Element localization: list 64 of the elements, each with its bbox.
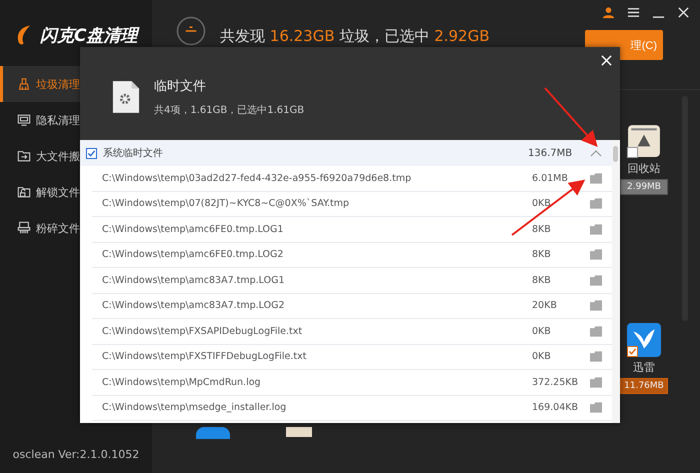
folder-icon[interactable] bbox=[590, 351, 602, 362]
size-badge: 11.76MB bbox=[620, 378, 668, 394]
annotation-arrow bbox=[544, 87, 598, 147]
dialog-subtitle: 共4项，1.61GB，已选中1.61GB bbox=[154, 104, 304, 117]
checkbox[interactable] bbox=[86, 148, 97, 158]
sidebar-item[interactable]: 大文件搬 bbox=[0, 138, 80, 174]
folder-icon[interactable] bbox=[590, 172, 602, 184]
file-size: 8KB bbox=[532, 249, 552, 260]
scan-summary: 共发现 16.23GB 垃圾，已选中 2.92GB bbox=[220, 28, 490, 45]
size-badge: 2.99MB bbox=[620, 179, 668, 195]
file-size: 20KB bbox=[532, 300, 558, 312]
file-size: 0KB bbox=[532, 326, 552, 337]
menu-icon[interactable] bbox=[627, 6, 640, 19]
scrollbar-thumb[interactable] bbox=[613, 146, 618, 162]
file-size: 8KB bbox=[532, 274, 552, 286]
shred-icon bbox=[17, 221, 31, 235]
file-path: C:\Windows\temp\MpCmdRun.log bbox=[102, 376, 262, 388]
file-settings-icon bbox=[112, 80, 140, 114]
broom-icon bbox=[17, 77, 31, 91]
file-path: C:\Windows\temp\amc6FE0.tmp.LOG1 bbox=[102, 224, 284, 235]
file-path: C:\Windows\temp\amc6FE0.tmp.LOG2 bbox=[102, 249, 284, 260]
move-icon bbox=[17, 149, 31, 163]
file-size: 0KB bbox=[532, 351, 552, 362]
folder-icon[interactable] bbox=[590, 402, 602, 414]
sidebar-item[interactable]: 解锁文件 bbox=[0, 174, 80, 210]
user-icon[interactable] bbox=[602, 6, 615, 19]
group-size: 136.7MB bbox=[528, 148, 574, 158]
app-name: 回收站 bbox=[628, 161, 660, 176]
version-label: osclean Ver:2.1.0.1052 bbox=[12, 448, 140, 461]
app-name: 迅雷 bbox=[633, 360, 655, 375]
folder-icon[interactable] bbox=[590, 224, 602, 235]
monitor-icon bbox=[17, 113, 31, 127]
sidebar-item[interactable]: 粉碎文件 bbox=[0, 210, 80, 246]
app-logo-text: 闪克C盘清理 bbox=[40, 24, 138, 46]
file-path: C:\Windows\temp\FXSAPIDebugLogFile.txt bbox=[102, 326, 304, 337]
file-path: C:\Windows\temp\amc83A7.tmp.LOG2 bbox=[102, 300, 286, 312]
scan-icon bbox=[176, 16, 206, 46]
chevron-icon[interactable] bbox=[590, 149, 602, 157]
recycle-bin-icon[interactable] bbox=[627, 124, 661, 158]
file-path: C:\Windows\temp\07(82JT)~KYC8~C@0X%`SAY.tmp bbox=[102, 198, 350, 210]
file-size: 0KB bbox=[532, 198, 552, 210]
folder-icon[interactable] bbox=[590, 326, 602, 337]
sidebar-item[interactable]: 隐私清理 bbox=[0, 102, 80, 138]
checkbox[interactable] bbox=[627, 346, 638, 357]
file-size: 372.25KB bbox=[532, 376, 579, 388]
file-path: C:\Windows\temp\FXSTIFFDebugLogFile.txt bbox=[102, 351, 308, 362]
folder-icon[interactable] bbox=[590, 249, 602, 260]
sidebar-item[interactable]: 垃圾清理 bbox=[0, 66, 80, 102]
group-label: 系统临时文件 bbox=[103, 146, 164, 160]
file-size: 6.01MB bbox=[532, 172, 569, 184]
bird-app-icon[interactable] bbox=[627, 323, 661, 357]
folder-icon[interactable] bbox=[590, 376, 602, 388]
file-size: 8KB bbox=[532, 224, 552, 235]
close-icon[interactable] bbox=[677, 6, 690, 19]
file-path: C:\Windows\temp\amc83A7.tmp.LOG1 bbox=[102, 274, 286, 286]
file-path: C:\Windows\temp\03ad2d27-fed4-432e-a955-f6920a79d6e8.tmp bbox=[102, 172, 412, 184]
file-path: C:\Windows\temp\msedge_installer.log bbox=[102, 402, 288, 414]
dialog-title: 临时文件 bbox=[154, 78, 207, 95]
folder-icon[interactable] bbox=[590, 300, 602, 312]
unlock-icon bbox=[17, 185, 31, 199]
checkbox[interactable] bbox=[627, 147, 638, 158]
file-size: 169.04KB bbox=[532, 402, 579, 414]
folder-icon[interactable] bbox=[590, 274, 602, 286]
folder-icon[interactable] bbox=[590, 198, 602, 210]
